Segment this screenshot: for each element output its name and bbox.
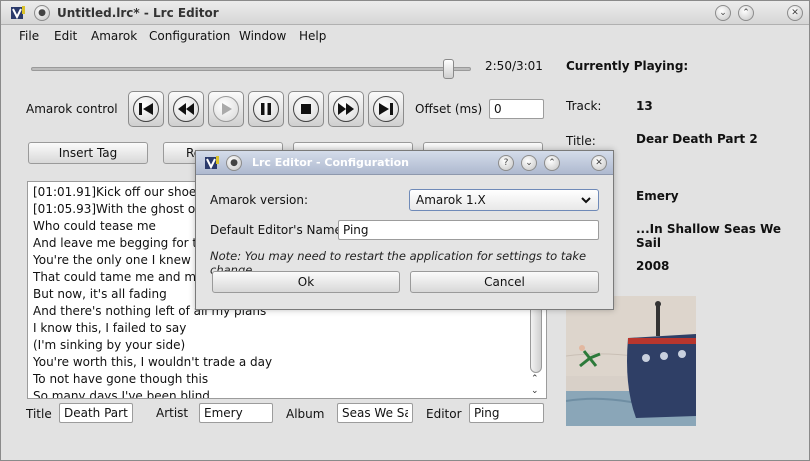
menu-edit[interactable]: Edit: [54, 29, 77, 43]
play-button[interactable]: [208, 91, 244, 127]
menu-window[interactable]: Window: [239, 29, 286, 43]
lyric-line: So many days I've been blind: [33, 389, 210, 399]
np-title-label: Title:: [566, 134, 596, 148]
rewind-button[interactable]: [168, 91, 204, 127]
title-input[interactable]: [59, 403, 133, 423]
default-editor-label: Default Editor's Name:: [210, 223, 346, 237]
help-icon[interactable]: ?: [498, 155, 514, 171]
menu-help[interactable]: Help: [299, 29, 326, 43]
cancel-button[interactable]: Cancel: [410, 271, 599, 293]
menu-file[interactable]: File: [19, 29, 39, 43]
np-title-value: Dear Death Part 2: [636, 132, 758, 146]
album-label: Album: [286, 407, 325, 421]
fast-forward-button[interactable]: [328, 91, 364, 127]
chevron-down-icon: [581, 197, 591, 204]
window-title: Untitled.lrc* - Lrc Editor: [57, 6, 219, 20]
lyric-line: I know this, I failed to say: [33, 321, 187, 335]
artist-input[interactable]: [199, 403, 273, 423]
scroll-up-icon[interactable]: ⌃: [531, 374, 539, 384]
default-editor-input[interactable]: [338, 220, 599, 240]
album-input[interactable]: [337, 403, 413, 423]
stop-icon: [301, 104, 311, 114]
editor-label: Editor: [426, 407, 462, 421]
menu-bar: File Edit Amarok Configuration Window He…: [1, 25, 809, 49]
dialog-maximize-icon[interactable]: ⌃: [544, 155, 560, 171]
configuration-dialog: ● Lrc Editor - Configuration ? ⌄ ⌃ ✕ Ama…: [195, 150, 614, 310]
time-display: 2:50/3:01: [485, 59, 543, 73]
offset-label: Offset (ms): [415, 102, 483, 116]
lyric-line: But now, it's all fading: [33, 287, 167, 301]
offset-input[interactable]: [489, 99, 544, 119]
dialog-title: Lrc Editor - Configuration: [252, 156, 409, 169]
ok-button[interactable]: Ok: [212, 271, 400, 293]
seek-slider-track[interactable]: [31, 67, 471, 71]
album-cover-image: [566, 296, 696, 426]
lyric-line: Who could tease me: [33, 219, 156, 233]
amarok-version-value: Amarok 1.X: [416, 193, 486, 207]
fast-forward-icon: [338, 103, 354, 115]
skip-back-icon: [139, 103, 153, 115]
track-value: 13: [636, 99, 653, 113]
stop-button[interactable]: [288, 91, 324, 127]
np-album-value: ...In Shallow Seas We Sail: [636, 222, 782, 250]
rewind-icon: [178, 103, 194, 115]
np-year-value: 2008: [636, 259, 670, 273]
skip-back-button[interactable]: [128, 91, 164, 127]
dialog-minimize-icon[interactable]: ⌄: [521, 155, 537, 171]
currently-playing-heading: Currently Playing:: [566, 59, 689, 73]
dialog-menu-icon[interactable]: ●: [226, 155, 242, 171]
maximize-icon[interactable]: ⌃: [738, 5, 754, 21]
pause-icon: [261, 103, 271, 115]
window-menu-icon[interactable]: ●: [34, 5, 50, 21]
lyric-line: And leave me begging for the: [33, 236, 213, 250]
title-label: Title: [26, 407, 52, 421]
seek-slider-handle[interactable]: [442, 59, 454, 79]
close-icon[interactable]: ✕: [787, 5, 803, 21]
editor-input[interactable]: [469, 403, 544, 423]
lyric-line: (I'm sinking by your side): [33, 338, 186, 352]
scroll-down-icon[interactable]: ⌄: [531, 386, 539, 396]
play-icon: [222, 103, 232, 115]
minimize-icon[interactable]: ⌄: [715, 5, 731, 21]
dialog-close-icon[interactable]: ✕: [591, 155, 607, 171]
lyric-line: You're the only one I knew: [33, 253, 191, 267]
amarok-version-select[interactable]: Amarok 1.X: [409, 189, 599, 211]
np-artist-value: Emery: [636, 189, 679, 203]
lyrics-scrollbar[interactable]: ⌃ ⌄: [527, 301, 545, 399]
amarok-control-label: Amarok control: [26, 102, 118, 116]
skip-forward-button[interactable]: [368, 91, 404, 127]
lyric-line: To not have gone though this: [33, 372, 209, 386]
menu-configuration[interactable]: Configuration: [149, 29, 230, 43]
track-label: Track:: [566, 99, 602, 113]
artist-label: Artist: [156, 406, 189, 420]
scrollbar-thumb[interactable]: [530, 301, 542, 373]
insert-tag-button[interactable]: Insert Tag: [28, 142, 148, 164]
menu-amarok[interactable]: Amarok: [91, 29, 137, 43]
skip-forward-icon: [379, 103, 393, 115]
pause-button[interactable]: [248, 91, 284, 127]
title-bar[interactable]: ● Untitled.lrc* - Lrc Editor ⌄ ⌃ ✕: [1, 1, 809, 25]
lyric-line: That could tame me and make: [33, 270, 218, 284]
dialog-title-bar[interactable]: ● Lrc Editor - Configuration ? ⌄ ⌃ ✕: [196, 151, 613, 175]
app-icon: [11, 6, 25, 20]
lyric-line: You're worth this, I wouldn't trade a da…: [33, 355, 273, 369]
amarok-version-label: Amarok version:: [210, 193, 309, 207]
dialog-app-icon: [205, 156, 219, 170]
